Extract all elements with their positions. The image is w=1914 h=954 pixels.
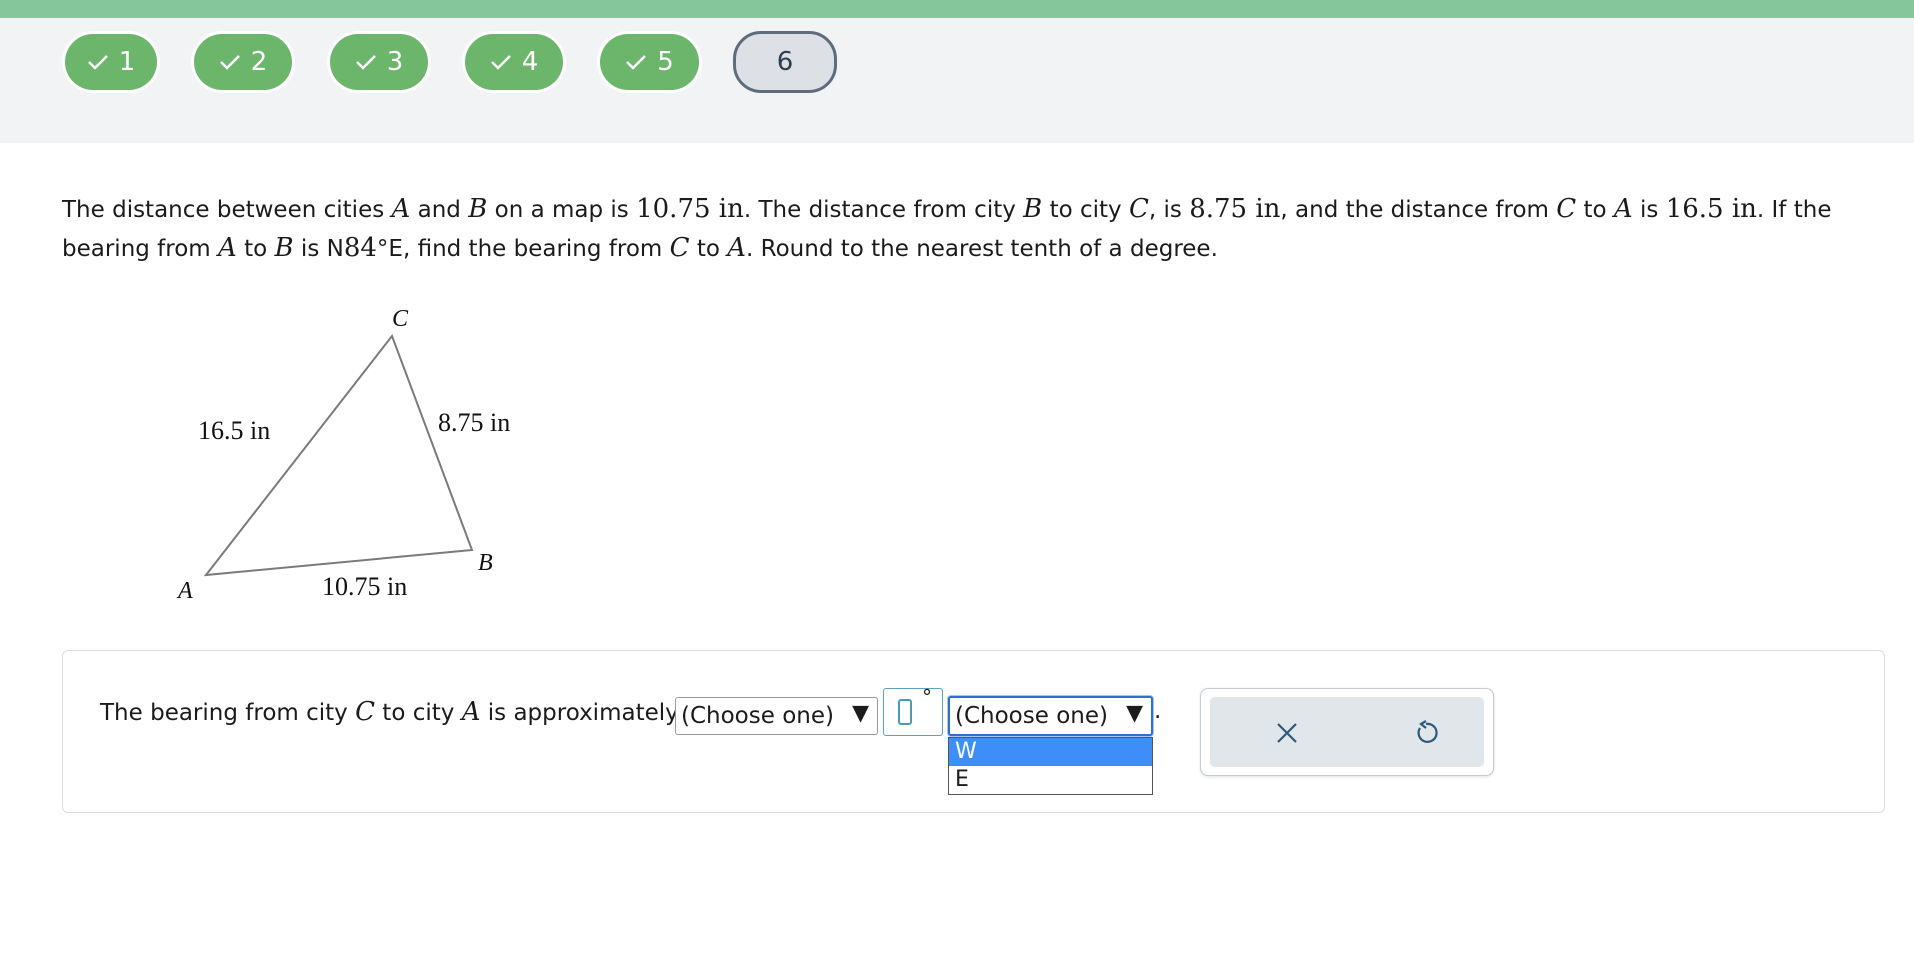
- question-nav-4[interactable]: 4: [465, 34, 563, 90]
- vertex-a-label: A: [178, 578, 193, 604]
- problem-text: is: [1632, 197, 1666, 223]
- check-icon: [490, 55, 511, 70]
- problem-statement: The distance between cities A and B on a…: [62, 190, 1872, 268]
- clear-answer-button[interactable]: [1267, 713, 1307, 753]
- check-icon: [355, 55, 376, 70]
- question-number: 3: [386, 47, 404, 77]
- undo-button[interactable]: [1406, 713, 1446, 753]
- problem-text: and: [410, 197, 469, 223]
- distance-ab: 10.75 in: [636, 194, 744, 224]
- close-icon: [1277, 723, 1297, 743]
- vertex-b-label: B: [478, 550, 493, 576]
- distance-ca: 16.5 in: [1665, 194, 1757, 224]
- input-cursor-icon: [898, 699, 912, 725]
- ew-direction-select[interactable]: (Choose one) ▼: [948, 696, 1153, 736]
- answer-text: is approximately: [480, 700, 679, 726]
- city-b-var: B: [468, 194, 488, 224]
- option-w[interactable]: W: [949, 738, 1152, 766]
- dropdown-arrow-icon: ▼: [1126, 701, 1143, 726]
- problem-text: , is: [1148, 197, 1190, 223]
- question-nav-6-current[interactable]: 6: [733, 31, 837, 93]
- question-number: 2: [250, 47, 268, 77]
- question-number: 6: [776, 47, 794, 77]
- city-c-var: C: [1556, 194, 1577, 224]
- question-nav-3[interactable]: 3: [330, 34, 428, 90]
- distance-bc: 8.75 in: [1189, 194, 1281, 224]
- undo-icon: [1417, 720, 1438, 743]
- city-c-var: C: [669, 233, 690, 263]
- side-ca-label: 16.5 in: [198, 416, 271, 445]
- answer-tools: [1200, 688, 1494, 776]
- triangle-shape: [203, 333, 474, 577]
- answer-text: to city: [374, 700, 462, 726]
- question-number: 5: [657, 47, 674, 77]
- check-icon: [219, 55, 240, 70]
- city-c-var: C: [1128, 194, 1149, 224]
- city-a-var: A: [727, 233, 747, 263]
- bearing-value: 84: [343, 233, 377, 263]
- city-a-var: A: [391, 194, 411, 224]
- problem-text: The distance between cities: [62, 197, 392, 223]
- question-number: 4: [521, 47, 539, 77]
- question-nav-2[interactable]: 2: [194, 34, 292, 90]
- select-value: (Choose one): [681, 703, 834, 729]
- city-a-var: A: [218, 233, 237, 263]
- problem-text: to: [1576, 197, 1614, 223]
- problem-text: is N: [293, 236, 344, 262]
- problem-text: °E, find the bearing from: [376, 236, 670, 262]
- answer-text: The bearing from city: [100, 700, 356, 726]
- vertex-c-label: C: [392, 306, 409, 332]
- ns-direction-select[interactable]: (Choose one) ▼: [675, 697, 878, 735]
- sentence-period: .: [1154, 698, 1162, 724]
- question-nav-5[interactable]: 5: [600, 34, 699, 90]
- side-bc-label: 8.75 in: [438, 408, 511, 437]
- degree-sign: °: [922, 685, 932, 709]
- city-a-var: A: [461, 697, 481, 727]
- city-a-var: A: [1613, 194, 1633, 224]
- top-progress-strip: [0, 0, 1914, 18]
- problem-text: to: [689, 236, 728, 262]
- problem-text: to: [236, 236, 275, 262]
- check-icon: [87, 55, 108, 70]
- tools-background: [1210, 697, 1484, 767]
- problem-text: , and the distance from: [1280, 197, 1557, 223]
- answer-sentence: The bearing from city C to city A is app…: [100, 693, 679, 732]
- option-e[interactable]: E: [949, 766, 1152, 794]
- city-b-var: B: [274, 233, 294, 263]
- triangle-figure: C A B 16.5 in 8.75 in 10.75 in: [170, 300, 540, 610]
- question-nav-bar: [0, 18, 1914, 143]
- question-number: 1: [118, 47, 136, 77]
- problem-text: . The distance from city: [743, 197, 1024, 223]
- side-ab-label: 10.75 in: [322, 572, 408, 601]
- select-value: (Choose one): [955, 703, 1108, 729]
- ew-dropdown-options: W E: [948, 737, 1153, 795]
- question-nav-1[interactable]: 1: [65, 34, 157, 90]
- problem-text: . Round to the nearest tenth of a degree…: [746, 236, 1218, 262]
- problem-text: to city: [1042, 197, 1129, 223]
- city-c-var: C: [355, 697, 375, 727]
- angle-input[interactable]: °: [883, 685, 943, 736]
- check-icon: [626, 55, 647, 70]
- problem-text: on a map is: [487, 197, 637, 223]
- city-b-var: B: [1023, 194, 1043, 224]
- dropdown-arrow-icon: ▼: [852, 701, 869, 726]
